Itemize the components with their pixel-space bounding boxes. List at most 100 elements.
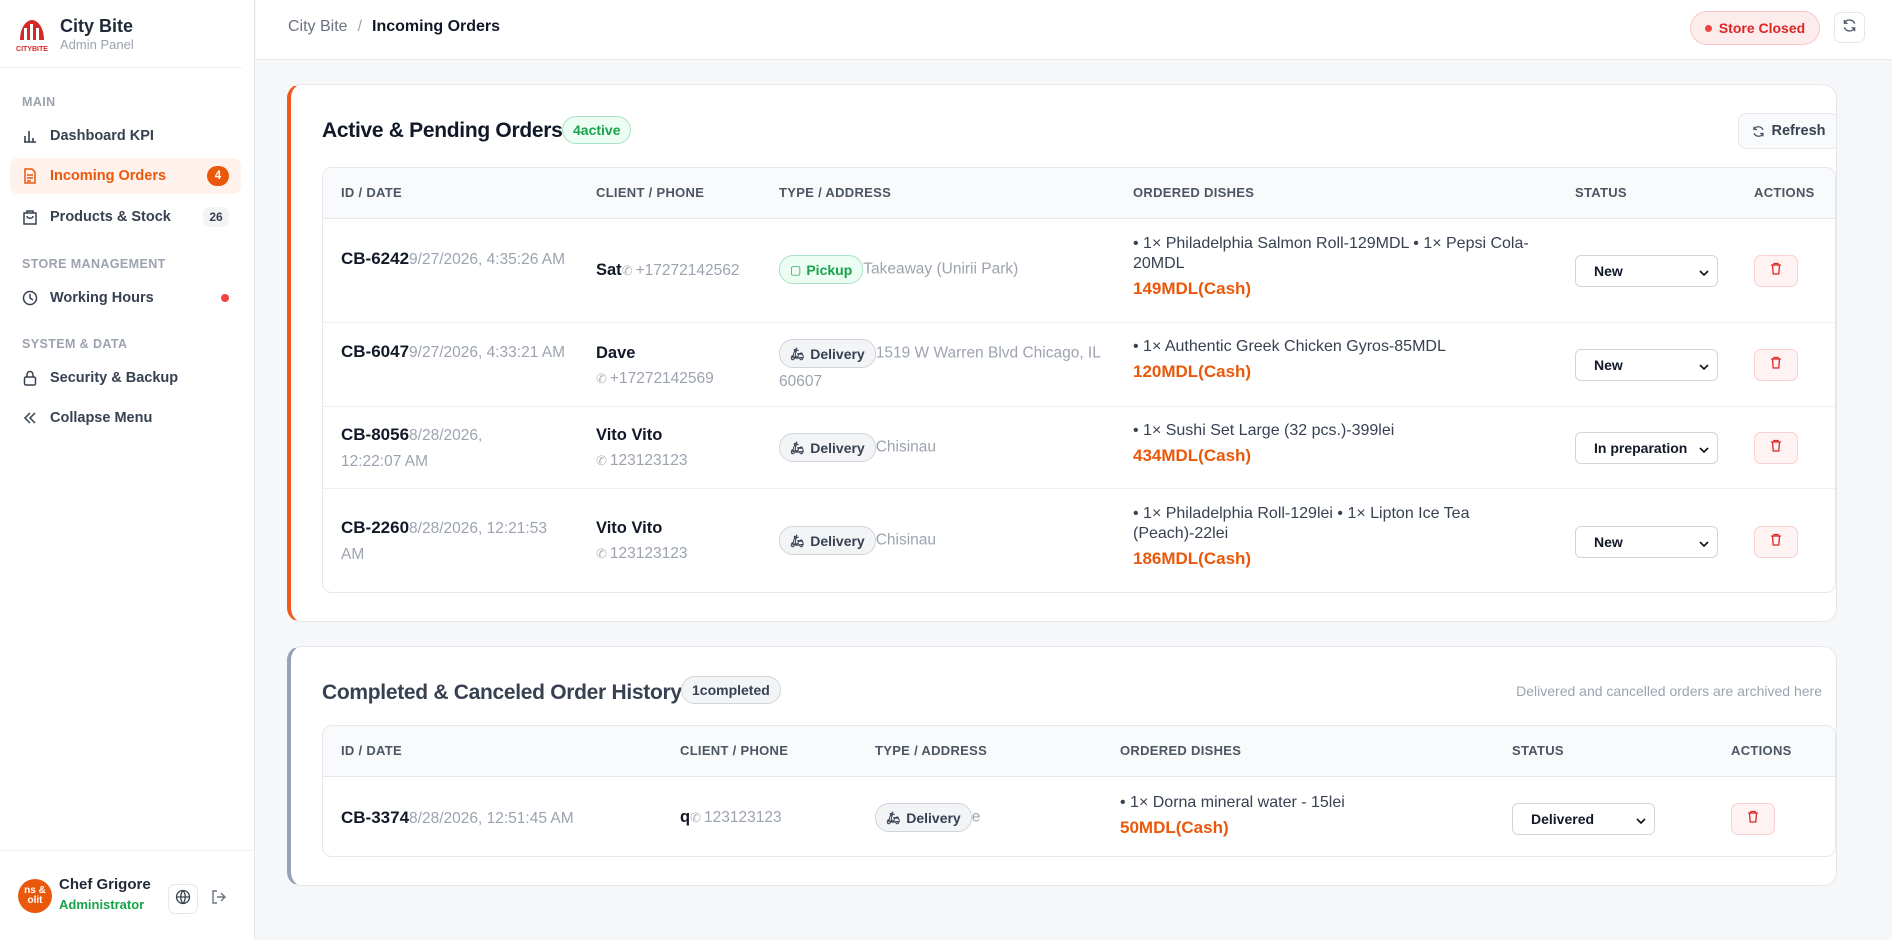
order-total: 186MDL(Cash): [1133, 549, 1252, 568]
history-title: Completed & Canceled Order History: [322, 681, 682, 704]
column-header: CLIENT / PHONE: [680, 743, 789, 758]
table-header: ID / DATE CLIENT / PHONE TYPE / ADDRESS …: [323, 168, 1835, 219]
client-phone[interactable]: 123123123: [610, 452, 688, 469]
status-select[interactable]: In preparation: [1575, 432, 1718, 464]
sidebar-item-label: Products & Stock: [50, 209, 171, 225]
client-phone[interactable]: +17272142569: [610, 370, 714, 387]
delete-order-button[interactable]: [1754, 255, 1798, 287]
order-type-badge: ▢ Pickup: [779, 255, 864, 284]
status-value: In preparation: [1594, 440, 1688, 456]
brand[interactable]: CITYBITE City Bite Admin Panel: [0, 0, 242, 68]
brand-name: City Bite: [60, 15, 134, 36]
status-value: New: [1594, 534, 1623, 550]
sidebar-item-incoming-orders[interactable]: Incoming Orders 4: [10, 158, 241, 194]
products-count-badge: 26: [203, 207, 229, 227]
order-address: Chisinau: [875, 438, 937, 456]
order-id[interactable]: CB-6242: [341, 249, 409, 268]
status-select[interactable]: New: [1575, 526, 1718, 558]
language-button[interactable]: [168, 884, 198, 914]
client-phone[interactable]: 123123123: [704, 809, 782, 826]
status-dot: [1704, 24, 1712, 32]
status-select[interactable]: Delivered: [1512, 803, 1655, 835]
phone-icon: ✆: [596, 371, 607, 386]
sidebar-item-label: Incoming Orders: [50, 168, 167, 184]
brand-subtitle: Admin Panel: [60, 36, 134, 52]
avatar[interactable]: ns & olit: [18, 879, 52, 913]
refresh-icon: [1842, 18, 1857, 38]
active-orders-title: Active & Pending Orders: [322, 119, 563, 142]
breadcrumb-root[interactable]: City Bite: [288, 18, 348, 36]
order-type-badge: 🛵︎ Delivery: [875, 803, 972, 832]
bag-icon: [22, 209, 38, 225]
delete-order-button[interactable]: [1754, 526, 1798, 558]
delete-order-button[interactable]: [1754, 432, 1798, 464]
bar-chart-icon: [22, 128, 38, 144]
sidebar-item-products[interactable]: Products & Stock 26: [10, 199, 241, 235]
column-header: STATUS: [1512, 743, 1564, 758]
table-row[interactable]: CB-33748/28/2026, 12:51:45 AM q✆ 12312312…: [323, 777, 1835, 856]
trash-icon: [1747, 810, 1759, 828]
client-phone[interactable]: 123123123: [610, 545, 688, 562]
status-select[interactable]: New: [1575, 255, 1718, 287]
chevron-down-icon: [1699, 442, 1709, 458]
table-row[interactable]: CB-62429/27/2026, 4:35:26 AM Sat✆ +172721…: [323, 219, 1835, 323]
sidebar-item-dashboard[interactable]: Dashboard KPI: [10, 118, 241, 154]
order-address: e: [971, 808, 981, 826]
table-header: ID / DATE CLIENT / PHONE TYPE / ADDRESS …: [323, 726, 1835, 777]
globe-icon: [175, 889, 191, 910]
double-chevron-left-icon: [22, 410, 38, 426]
breadcrumb-separator: /: [357, 18, 363, 35]
clock-icon: [22, 290, 38, 306]
order-id[interactable]: CB-2260: [341, 518, 409, 537]
order-type-label: Delivery: [810, 532, 865, 549]
status-select[interactable]: New: [1575, 349, 1718, 381]
trash-icon: [1770, 262, 1782, 280]
sidebar-item-security[interactable]: Security & Backup: [10, 360, 241, 396]
page-title: Incoming Orders: [372, 18, 501, 35]
order-date: 8/28/2026, 12:51:45 AM: [409, 810, 574, 827]
table-row[interactable]: CB-22608/28/2026, 12:21:53 AM Vito Vito ✆…: [323, 489, 1835, 592]
refresh-label: Refresh: [1771, 123, 1826, 139]
sidebar-item-label: Collapse Menu: [50, 410, 153, 426]
topbar-refresh-button[interactable]: [1834, 12, 1865, 43]
ordered-dishes: • 1× Philadelphia Salmon Roll-129MDL • 1…: [1133, 235, 1529, 272]
order-type-badge: 🛵︎ Delivery: [779, 339, 876, 368]
history-table: ID / DATE CLIENT / PHONE TYPE / ADDRESS …: [322, 725, 1836, 857]
svg-text:CITYBITE: CITYBITE: [16, 46, 48, 53]
status-value: New: [1594, 357, 1623, 373]
order-total: 120MDL(Cash): [1133, 362, 1252, 381]
scooter-icon: 🛵︎: [790, 533, 806, 548]
order-id[interactable]: CB-8056: [341, 425, 409, 444]
refresh-button[interactable]: Refresh: [1738, 113, 1836, 149]
status-value: Delivered: [1531, 811, 1595, 827]
order-date: 9/27/2026, 4:33:21 AM: [409, 344, 566, 361]
nav-section-store: STORE MANAGEMENT: [22, 257, 166, 271]
order-history-card: Completed & Canceled Order History 1comp…: [287, 646, 1837, 886]
collapse-menu-button[interactable]: Collapse Menu: [10, 400, 241, 436]
client-phone[interactable]: +17272142562: [636, 262, 740, 279]
logout-button[interactable]: [204, 884, 234, 914]
sidebar-item-working-hours[interactable]: Working Hours: [10, 280, 241, 316]
ordered-dishes: • 1× Philadelphia Roll-129lei • 1× Lipto…: [1133, 505, 1470, 542]
order-total: 149MDL(Cash): [1133, 279, 1252, 298]
sidebar-item-label: Dashboard KPI: [50, 128, 154, 144]
order-id[interactable]: CB-6047: [341, 342, 409, 361]
store-status-badge[interactable]: Store Closed: [1690, 11, 1820, 45]
trash-icon: [1770, 356, 1782, 374]
phone-icon: ✆: [690, 810, 701, 825]
orders-count-badge: 4: [207, 166, 229, 186]
order-id[interactable]: CB-3374: [341, 808, 409, 827]
delete-order-button[interactable]: [1731, 803, 1775, 835]
active-count-badge: 4active: [562, 116, 632, 144]
client-name: q: [680, 808, 691, 826]
phone-icon: ✆: [621, 263, 633, 278]
user-name: Chef Grigore: [59, 876, 151, 893]
bag-icon: ▢: [790, 262, 802, 277]
user-footer: ns & olit Chef Grigore Administrator: [0, 850, 255, 940]
delete-order-button[interactable]: [1754, 349, 1798, 381]
column-header: STATUS: [1575, 185, 1627, 200]
table-row[interactable]: CB-80568/28/2026, 12:22:07 AM Vito Vito ✆…: [323, 407, 1835, 489]
scooter-icon: 🛵︎: [790, 440, 806, 455]
table-row[interactable]: CB-60479/27/2026, 4:33:21 AM Dave ✆ +17272…: [323, 323, 1835, 407]
column-header: ID / DATE: [341, 743, 402, 758]
